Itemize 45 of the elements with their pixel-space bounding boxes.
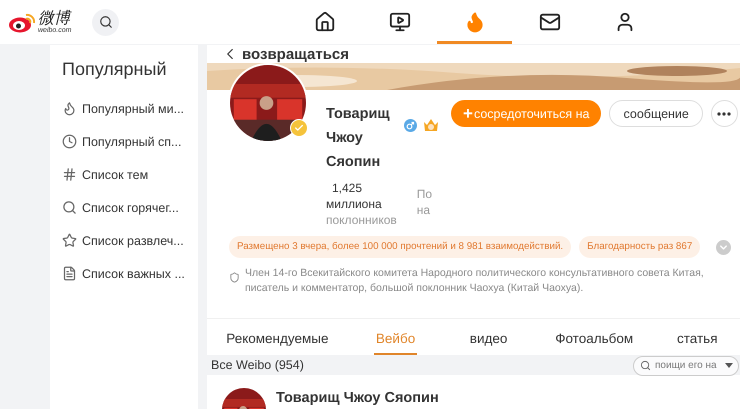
logo-name: 微博 <box>38 10 72 26</box>
stat-label: поклонников <box>326 212 397 228</box>
more-icon <box>717 112 732 116</box>
post-author: Товарищ Чжоу Сяопин <box>276 390 439 406</box>
video-icon <box>388 11 410 33</box>
crown-face-icon <box>423 118 439 132</box>
stat-unit: миллиона <box>326 196 383 212</box>
sidebar-item[interactable]: Популярный ми... <box>62 92 198 125</box>
home-icon <box>314 11 336 33</box>
sidebar-title: Популярный <box>62 59 168 80</box>
more-button[interactable] <box>710 100 738 127</box>
sidebar-item[interactable]: Популярный сп... <box>62 125 198 158</box>
flame-icon <box>62 101 77 116</box>
profile-tab[interactable]: статья <box>654 325 740 355</box>
feed-search-field[interactable]: поищи его на <box>633 356 739 376</box>
sidebar-item[interactable]: Список развлеч... <box>62 224 198 257</box>
male-icon <box>404 118 417 132</box>
search-icon <box>98 15 112 29</box>
sidebar-item[interactable]: Список тем <box>62 158 198 191</box>
search-icon <box>640 360 651 371</box>
dropdown-caret-icon <box>725 363 733 368</box>
eye-logo-icon <box>8 11 36 33</box>
hash-icon <box>62 167 77 182</box>
profile-tab[interactable]: Рекомендуемые <box>207 325 348 355</box>
sidebar-item[interactable]: Список важных ... <box>62 257 198 290</box>
profile-tab[interactable]: Фотоальбом <box>534 325 655 355</box>
search-button[interactable] <box>92 8 119 36</box>
message-button[interactable]: сообщение <box>609 100 703 127</box>
stat-value: 1,425 <box>331 180 364 196</box>
bio-text: Член 14-го Всекитайского комитета Народного политического консультативного совета Китая, писатель и комментатор, большой поклонник Чаохуа (Китай Чаохуа). <box>245 266 705 296</box>
star-icon <box>62 233 77 248</box>
profile-name: Товарищ Чжоу Сяопин <box>326 105 391 172</box>
highlight-tag: Размещено 3 вчера, более 100 000 прочтений и 8 981 взаимодействий. <box>229 236 572 258</box>
back-link[interactable]: возвращаться <box>207 45 740 63</box>
search-icon <box>62 200 77 215</box>
mail-icon <box>538 11 560 33</box>
document-icon <box>62 266 77 281</box>
clock-icon <box>62 134 77 149</box>
shield-icon <box>229 272 240 283</box>
sidebar-item[interactable]: Список горячег... <box>62 191 198 224</box>
stat-unit: По <box>416 186 432 202</box>
stat-label: на <box>416 202 432 218</box>
highlight-tag: Благодарность раз 867 <box>579 236 700 258</box>
feed-title: Все Weibo (954) <box>211 358 304 372</box>
profile-tab[interactable]: видео <box>443 325 534 355</box>
